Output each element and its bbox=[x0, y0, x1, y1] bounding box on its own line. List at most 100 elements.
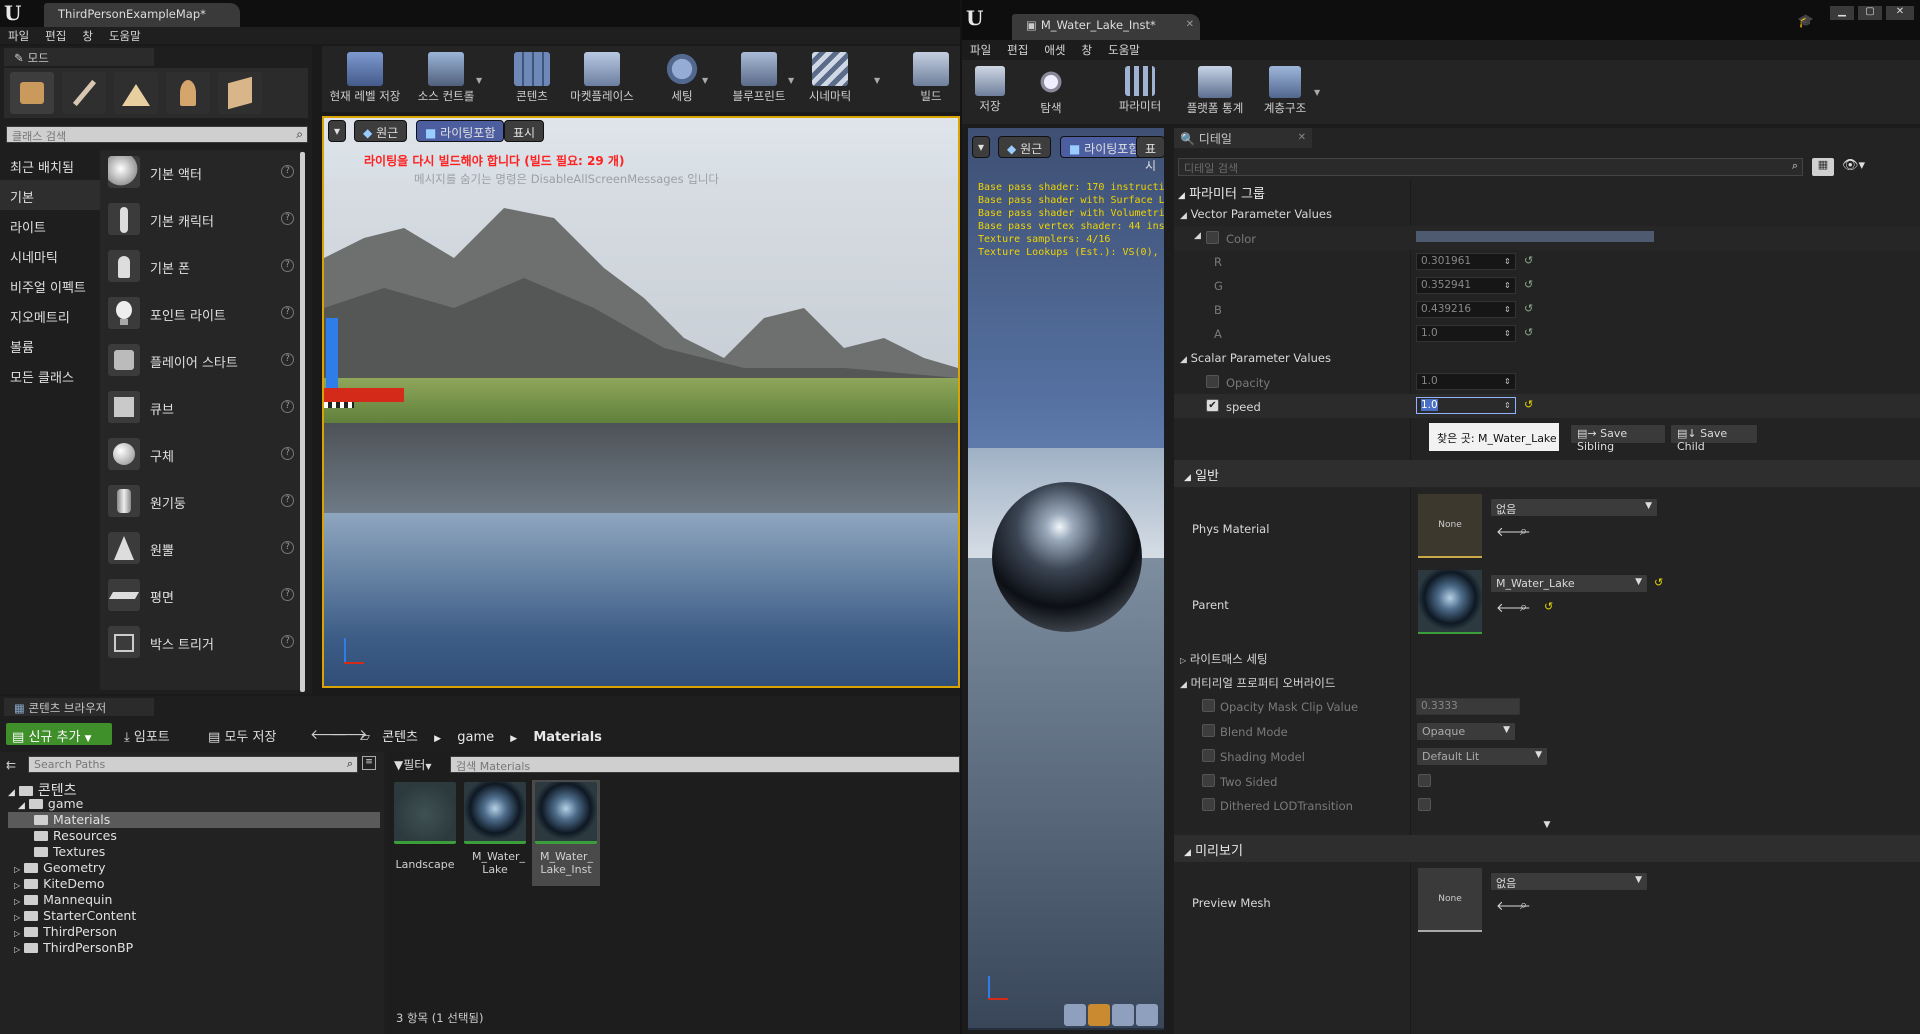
level-viewport[interactable]: ▾ ◆ 원근 ■ 라이팅포함 표시 라이팅을 다시 빌드해야 합니다 (빌드 필… bbox=[322, 116, 960, 688]
channel-g-input[interactable]: 0.352941 ⇕ bbox=[1416, 277, 1516, 294]
shading-model-combo[interactable]: Default Lit ▼ bbox=[1416, 747, 1548, 766]
perspective-button[interactable]: ◆ 원근 bbox=[354, 120, 408, 142]
content-button[interactable]: 콘텐츠 bbox=[502, 46, 562, 106]
spin-arrows-icon[interactable]: ⇕ bbox=[1504, 280, 1513, 291]
foliage-mode-button[interactable] bbox=[166, 72, 210, 114]
place-item-empty-character[interactable]: 기본 캐릭터? bbox=[106, 200, 298, 240]
browse-button[interactable]: 탐색 bbox=[1028, 60, 1074, 120]
preview-section-header[interactable]: ◢ 미리보기 bbox=[1174, 835, 1920, 862]
source-control-button[interactable]: 소스 컨트롤 bbox=[406, 46, 486, 106]
add-new-button[interactable]: ▤ 신규 추가 ▼ bbox=[6, 723, 112, 745]
help-icon[interactable]: ? bbox=[281, 635, 294, 648]
search-assets-input[interactable]: 검색 Materials bbox=[450, 756, 960, 773]
reset-arrow-icon[interactable]: ↺ bbox=[1544, 600, 1553, 613]
save-all-button[interactable]: ▤ 모두 저장 bbox=[208, 726, 276, 745]
asset-m-water-lake[interactable]: M_Water_ Lake bbox=[462, 780, 528, 886]
modes-tab[interactable]: ✎ 모드 bbox=[4, 48, 154, 66]
spin-arrows-icon[interactable]: ⇕ bbox=[1504, 256, 1513, 267]
category-basic[interactable]: 기본 bbox=[0, 180, 100, 210]
chevron-down-icon[interactable]: ▼ bbox=[788, 76, 794, 85]
chevron-down-icon[interactable]: ▼ bbox=[874, 76, 880, 85]
place-mode-button[interactable] bbox=[10, 72, 54, 114]
category-cinematic[interactable]: 시네마틱 bbox=[0, 240, 100, 270]
preview-show-button[interactable]: 표시 bbox=[1136, 136, 1164, 173]
speed-override-checkbox[interactable]: ✔ bbox=[1206, 399, 1219, 412]
lit-button[interactable]: ■ 라이팅포함 bbox=[416, 120, 505, 142]
phys-material-thumbnail[interactable]: None bbox=[1418, 494, 1482, 558]
details-tab[interactable]: 🔍 디테일 ✕ bbox=[1174, 128, 1312, 148]
help-icon[interactable]: ? bbox=[281, 306, 294, 319]
minimize-button[interactable]: ▁ bbox=[1830, 6, 1854, 20]
overrides-row[interactable]: ◢ 머티리얼 프로퍼티 오버라이드 bbox=[1174, 670, 1920, 694]
close-icon[interactable]: ✕ bbox=[1298, 132, 1306, 143]
menu-window[interactable]: 창 bbox=[1074, 41, 1101, 58]
preview-mesh-combo[interactable]: 없음 ▼ bbox=[1490, 872, 1648, 891]
opacity-override-checkbox[interactable] bbox=[1206, 375, 1219, 388]
gizmo-red[interactable] bbox=[324, 388, 404, 402]
tree-mannequin[interactable]: ▷ Mannequin bbox=[8, 892, 380, 908]
import-button[interactable]: ⤓ 임포트 bbox=[124, 726, 170, 745]
place-item-cone[interactable]: 원뿔? bbox=[106, 529, 298, 569]
tree-game[interactable]: ◢ game bbox=[8, 796, 380, 812]
help-icon[interactable]: ? bbox=[281, 588, 294, 601]
save-button[interactable]: 저장 bbox=[970, 60, 1010, 120]
dithered-checkbox[interactable] bbox=[1418, 798, 1431, 811]
cinematics-button[interactable]: 시네마틱 bbox=[798, 46, 862, 106]
help-icon[interactable]: ? bbox=[281, 353, 294, 366]
menu-file[interactable]: 파일 bbox=[0, 27, 37, 44]
landscape-mode-button[interactable] bbox=[114, 72, 158, 114]
general-section-header[interactable]: ◢ 일반 bbox=[1174, 460, 1920, 487]
sphere-preview-button[interactable] bbox=[1088, 1004, 1110, 1026]
asset-m-water-lake-inst[interactable]: M_Water_ Lake_Inst bbox=[532, 780, 600, 886]
chevron-down-icon[interactable]: ▼ bbox=[476, 76, 482, 85]
browse-magnifier-icon[interactable]: ⌕ bbox=[1520, 524, 1527, 539]
place-item-player-start[interactable]: 플레이어 스타트? bbox=[106, 341, 298, 381]
tree-kitedemo[interactable]: ▷ KiteDemo bbox=[8, 876, 380, 892]
dithered-override-checkbox[interactable] bbox=[1202, 798, 1215, 811]
category-geometry[interactable]: 지오메트리 bbox=[0, 300, 100, 330]
opacity-mask-override-checkbox[interactable] bbox=[1202, 699, 1215, 712]
platform-stats-button[interactable]: 플랫폼 통계 bbox=[1180, 60, 1250, 120]
tree-root[interactable]: ◢ 콘텐츠 bbox=[8, 780, 380, 799]
geometry-mode-button[interactable] bbox=[218, 72, 262, 114]
view-options-eye-icon[interactable]: 👁▾ bbox=[1842, 158, 1865, 173]
parent-thumbnail[interactable] bbox=[1418, 570, 1482, 634]
two-sided-checkbox[interactable] bbox=[1418, 774, 1431, 787]
opacity-input[interactable]: 1.0 ⇕ bbox=[1416, 373, 1516, 390]
category-recent[interactable]: 최근 배치됨 bbox=[0, 150, 100, 180]
channel-a-input[interactable]: 1.0 ⇕ bbox=[1416, 325, 1516, 342]
paint-mode-button[interactable] bbox=[62, 72, 106, 114]
breadcrumb-materials[interactable]: Materials bbox=[533, 730, 602, 745]
help-icon[interactable]: ? bbox=[281, 212, 294, 225]
menu-help[interactable]: 도움말 bbox=[1100, 41, 1148, 58]
reset-arrow-icon[interactable]: ↺ bbox=[1524, 398, 1533, 411]
browse-magnifier-icon[interactable]: ⌕ bbox=[1520, 600, 1527, 615]
help-icon[interactable]: ? bbox=[281, 447, 294, 460]
class-search-input[interactable]: 클래스 검색 ⌕ bbox=[6, 126, 308, 143]
help-icon[interactable]: ? bbox=[281, 541, 294, 554]
reset-arrow-icon[interactable]: ↺ bbox=[1524, 302, 1533, 315]
channel-b-input[interactable]: 0.439216 ⇕ bbox=[1416, 301, 1516, 318]
plane-preview-button[interactable] bbox=[1112, 1004, 1134, 1026]
category-volumes[interactable]: 볼륨 bbox=[0, 330, 100, 360]
build-button[interactable]: 빌드 bbox=[906, 46, 956, 106]
viewport-options-button[interactable]: ▾ bbox=[328, 120, 347, 142]
material-tab[interactable]: ▣ M_Water_Lake_Inst* ✕ bbox=[1012, 14, 1200, 40]
phys-material-combo[interactable]: 없음 ▼ bbox=[1490, 498, 1658, 517]
tree-materials[interactable]: Materials bbox=[8, 812, 380, 828]
help-icon[interactable]: ? bbox=[281, 400, 294, 413]
save-sibling-button[interactable]: ▤→ Save Sibling bbox=[1570, 424, 1666, 453]
place-item-empty-actor[interactable]: 기본 액터? bbox=[106, 153, 298, 193]
menu-file[interactable]: 파일 bbox=[962, 41, 999, 58]
parent-combo[interactable]: M_Water_Lake ▼ bbox=[1490, 574, 1648, 593]
place-item-cube[interactable]: 큐브? bbox=[106, 388, 298, 428]
browse-magnifier-icon[interactable]: ⌕ bbox=[1520, 898, 1527, 913]
color-override-checkbox[interactable] bbox=[1206, 231, 1219, 244]
speed-input[interactable]: 1.0 ⇕ bbox=[1416, 397, 1516, 414]
expand-arrow-icon[interactable]: ◢ bbox=[1194, 231, 1201, 241]
search-paths-input[interactable]: Search Paths ⌕ bbox=[28, 756, 358, 773]
shading-model-override-checkbox[interactable] bbox=[1202, 749, 1215, 762]
place-item-cylinder[interactable]: 원기둥? bbox=[106, 482, 298, 522]
cylinder-preview-button[interactable] bbox=[1064, 1004, 1086, 1026]
tree-thirdperson[interactable]: ▷ ThirdPerson bbox=[8, 924, 380, 940]
